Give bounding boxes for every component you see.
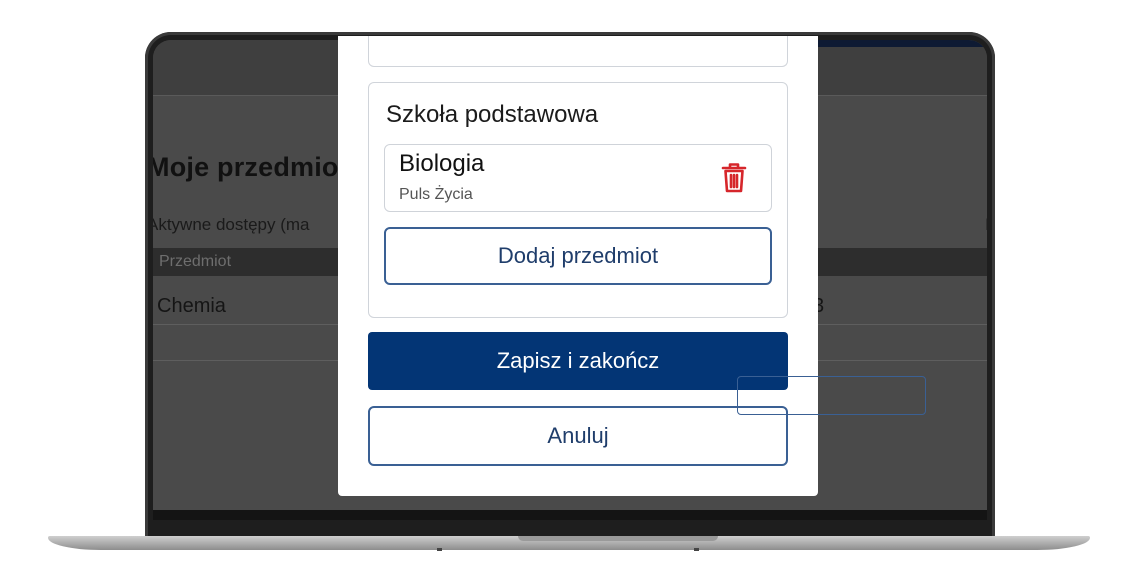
school-level-title: Szkoła podstawowa bbox=[386, 101, 599, 128]
active-access-label: Aktywne dostępy (ma bbox=[153, 215, 310, 234]
subject-item: Biologia Puls Życia bbox=[384, 144, 772, 212]
previous-section-card bbox=[368, 36, 788, 67]
cancel-button[interactable]: Anuluj bbox=[368, 406, 788, 466]
subject-name: Biologia bbox=[399, 150, 485, 177]
subject-series: Puls Życia bbox=[399, 186, 473, 203]
laptop-foot bbox=[437, 548, 442, 551]
screen-bottom-bar bbox=[153, 510, 987, 520]
add-subject-button[interactable]: Dodaj przedmiot bbox=[384, 227, 772, 285]
active-access-label-right: I bbox=[985, 215, 987, 235]
trash-icon[interactable] bbox=[720, 162, 748, 194]
school-section-card: Szkoła podstawowa Biologia Puls Życia Do bbox=[368, 82, 788, 318]
column-header-subject: Przedmiot bbox=[159, 253, 232, 270]
page-title: Moje przedmioty bbox=[153, 152, 364, 182]
laptop-foot bbox=[694, 548, 699, 551]
save-and-finish-button[interactable]: Zapisz i zakończ bbox=[368, 332, 788, 390]
table-cell-subject: Chemia bbox=[157, 295, 226, 317]
laptop-base bbox=[48, 536, 1090, 550]
header-accent bbox=[817, 40, 987, 47]
edit-subjects-modal: Szkoła podstawowa Biologia Puls Życia Do bbox=[338, 36, 818, 496]
laptop-notch bbox=[518, 536, 718, 541]
